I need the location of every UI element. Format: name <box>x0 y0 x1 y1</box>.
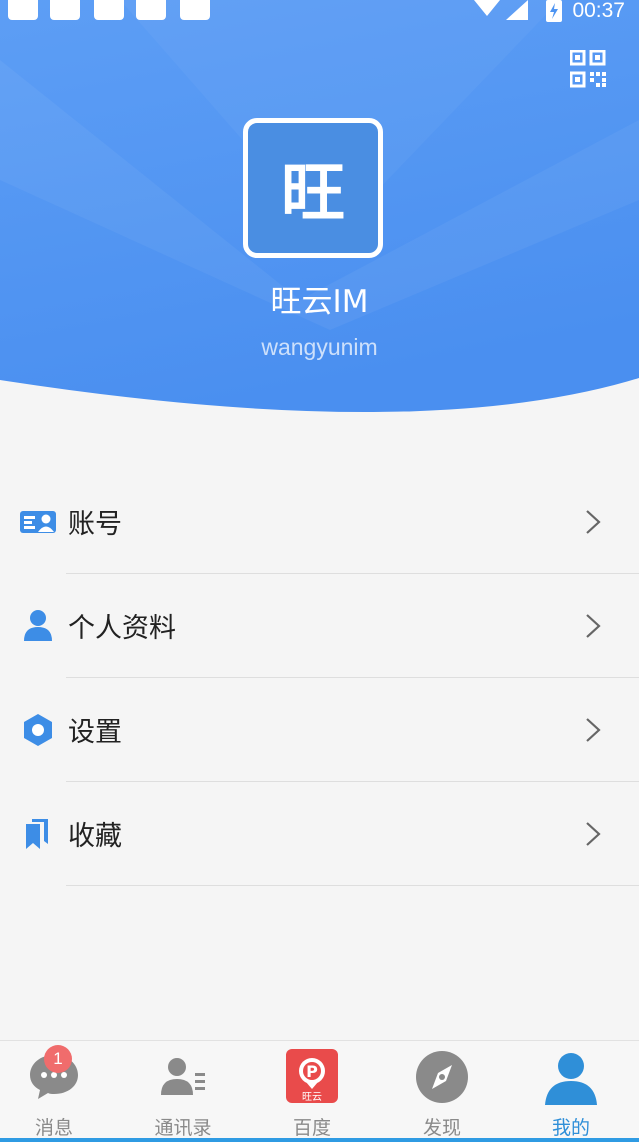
chevron-right-icon <box>586 614 601 638</box>
menu-item-settings[interactable]: 设置 <box>0 678 639 782</box>
app-logo-icon: P 旺云 <box>286 1049 338 1103</box>
tab-label: 通讯录 <box>154 1117 212 1139</box>
status-notification-icon <box>8 0 38 20</box>
status-notification-icon <box>50 0 80 20</box>
bookmark-icon <box>26 819 48 849</box>
qr-code-icon[interactable] <box>570 50 606 88</box>
menu-item-profile[interactable]: 个人资料 <box>0 574 639 678</box>
tab-label: 消息 <box>34 1117 73 1139</box>
person-icon <box>24 610 52 641</box>
app-logo-text: 旺云 <box>302 1092 322 1103</box>
tab-discover[interactable]: 发现 <box>378 1041 506 1139</box>
tab-label: 百度 <box>292 1117 331 1139</box>
status-notification-icon <box>136 0 166 20</box>
chevron-right-icon <box>586 510 601 534</box>
settings-hexagon-icon <box>24 714 52 746</box>
tab-label: 我的 <box>551 1117 590 1139</box>
bottom-navigation: 1 消息 通讯录 P 旺云 百度 发现 我的 <box>0 1040 639 1142</box>
battery-icon <box>546 0 563 22</box>
contacts-icon <box>161 1058 205 1095</box>
profile-menu: 账号 个人资料 设置 收藏 <box>0 470 639 886</box>
me-person-icon <box>545 1053 597 1105</box>
menu-item-label: 账号 <box>68 509 122 540</box>
tab-me[interactable]: 我的 <box>507 1041 635 1139</box>
menu-item-label: 个人资料 <box>68 613 176 644</box>
status-notification-icon <box>180 0 210 20</box>
menu-item-account[interactable]: 账号 <box>0 470 639 574</box>
chevron-right-icon <box>586 822 601 846</box>
unread-badge: 1 <box>44 1045 72 1073</box>
profile-name: 旺云IM <box>270 284 369 320</box>
divider <box>66 885 639 886</box>
status-right-cluster: 00:37 <box>474 0 625 22</box>
menu-item-label: 收藏 <box>68 821 122 852</box>
account-card-icon <box>20 511 56 533</box>
menu-item-label: 设置 <box>68 717 122 748</box>
status-bar: 00:37 <box>0 0 639 30</box>
tab-contacts[interactable]: 通讯录 <box>119 1041 247 1139</box>
status-time: 00:37 <box>572 0 625 22</box>
chevron-right-icon <box>586 718 601 742</box>
tab-baidu[interactable]: P 旺云 百度 <box>248 1041 376 1139</box>
avatar[interactable]: 旺 <box>243 118 383 258</box>
svg-text:P: P <box>306 1062 318 1081</box>
bottom-edge <box>0 1138 639 1142</box>
wifi-signal-icon <box>474 0 529 20</box>
status-notification-icon <box>94 0 124 20</box>
menu-item-favorites[interactable]: 收藏 <box>0 782 639 886</box>
profile-id: wangyunim <box>261 334 378 360</box>
tab-label: 发现 <box>422 1117 461 1139</box>
tab-messages[interactable]: 1 消息 <box>0 1041 118 1139</box>
avatar-initial: 旺 <box>281 157 345 231</box>
profile-header: 00:37 旺 旺云IM wangyunim <box>0 0 639 430</box>
compass-icon <box>416 1051 468 1103</box>
